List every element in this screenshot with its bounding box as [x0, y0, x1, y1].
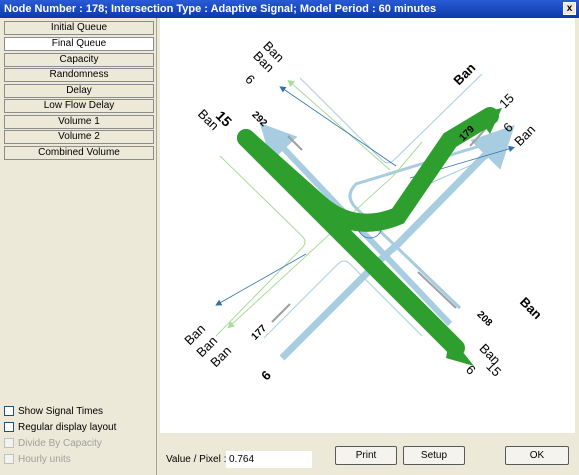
tab-low-flow-delay[interactable]: Low Flow Delay: [4, 99, 154, 113]
regular-display-layout-checkbox[interactable]: Regular display layout: [4, 421, 116, 435]
value-177: 177: [250, 323, 270, 343]
value-per-pixel-field[interactable]: 0.764: [226, 451, 312, 468]
label-top-6: 6: [242, 72, 258, 88]
label-ne-ban: Ban: [450, 60, 478, 88]
checkbox-label: Divide By Capacity: [18, 438, 102, 449]
label-se-15: 15: [483, 359, 504, 380]
checkbox-box[interactable]: [4, 406, 14, 416]
tab-combined-volume[interactable]: Combined Volume: [4, 146, 154, 160]
value-208: 208: [474, 309, 494, 329]
queue-bar-292: [287, 135, 303, 151]
intersection-diagram: 15 Ban Ban Ban 6 292 Ban 15 6 Ban 179 Ba…: [181, 38, 545, 383]
tab-volume-2[interactable]: Volume 2: [4, 130, 154, 144]
intersection-canvas[interactable]: 15 Ban Ban Ban 6 292 Ban 15 6 Ban 179 Ba…: [160, 18, 575, 433]
thin-flow-blue-nw: [279, 86, 397, 167]
checkbox-label: Hourly units: [18, 454, 71, 465]
checkbox-box: [4, 454, 14, 464]
checkbox-box: [4, 438, 14, 448]
show-signal-times-checkbox[interactable]: Show Signal Times: [4, 405, 103, 419]
queue-bar-177: [271, 303, 291, 323]
left-panel: Initial Queue Final Queue Capacity Rando…: [0, 18, 157, 475]
tab-delay[interactable]: Delay: [4, 84, 154, 98]
print-button[interactable]: Print: [335, 446, 397, 465]
tab-randomness[interactable]: Randomness: [4, 68, 154, 82]
hourly-units-checkbox: Hourly units: [4, 453, 71, 467]
minor-flow-green-nw: [287, 79, 391, 171]
tab-final-queue[interactable]: Final Queue: [4, 37, 154, 51]
close-button[interactable]: x: [563, 2, 576, 15]
tab-initial-queue[interactable]: Initial Queue: [4, 21, 154, 35]
setup-button[interactable]: Setup: [403, 446, 465, 465]
tab-volume-1[interactable]: Volume 1: [4, 115, 154, 129]
ok-button[interactable]: OK: [505, 446, 569, 465]
window-titlebar: Node Number : 178; Intersection Type : A…: [0, 0, 579, 18]
value-per-pixel-label: Value / Pixel :: [166, 454, 227, 465]
label-ne-ban2: Ban: [511, 122, 538, 149]
tab-capacity[interactable]: Capacity: [4, 53, 154, 67]
value-292: 292: [249, 110, 269, 130]
checkbox-label: Regular display layout: [18, 422, 117, 433]
label-sw-6: 6: [258, 367, 274, 383]
label-nw-ban: Ban: [195, 106, 222, 133]
queue-bar-208: [417, 271, 457, 309]
label-ne-6: 6: [500, 119, 516, 135]
divide-by-capacity-checkbox: Divide By Capacity: [4, 437, 102, 451]
minor-flow-green-sw: [227, 141, 423, 329]
label-se-ban: Ban: [517, 294, 545, 322]
window-title: Node Number : 178; Intersection Type : A…: [4, 3, 437, 15]
label-se-6: 6: [463, 362, 479, 378]
label-ne-15: 15: [496, 90, 517, 111]
checkbox-label: Show Signal Times: [18, 406, 104, 417]
checkbox-box[interactable]: [4, 422, 14, 432]
diagram-labels: 15 Ban Ban Ban 6 292 Ban 15 6 Ban 179 Ba…: [181, 38, 545, 383]
